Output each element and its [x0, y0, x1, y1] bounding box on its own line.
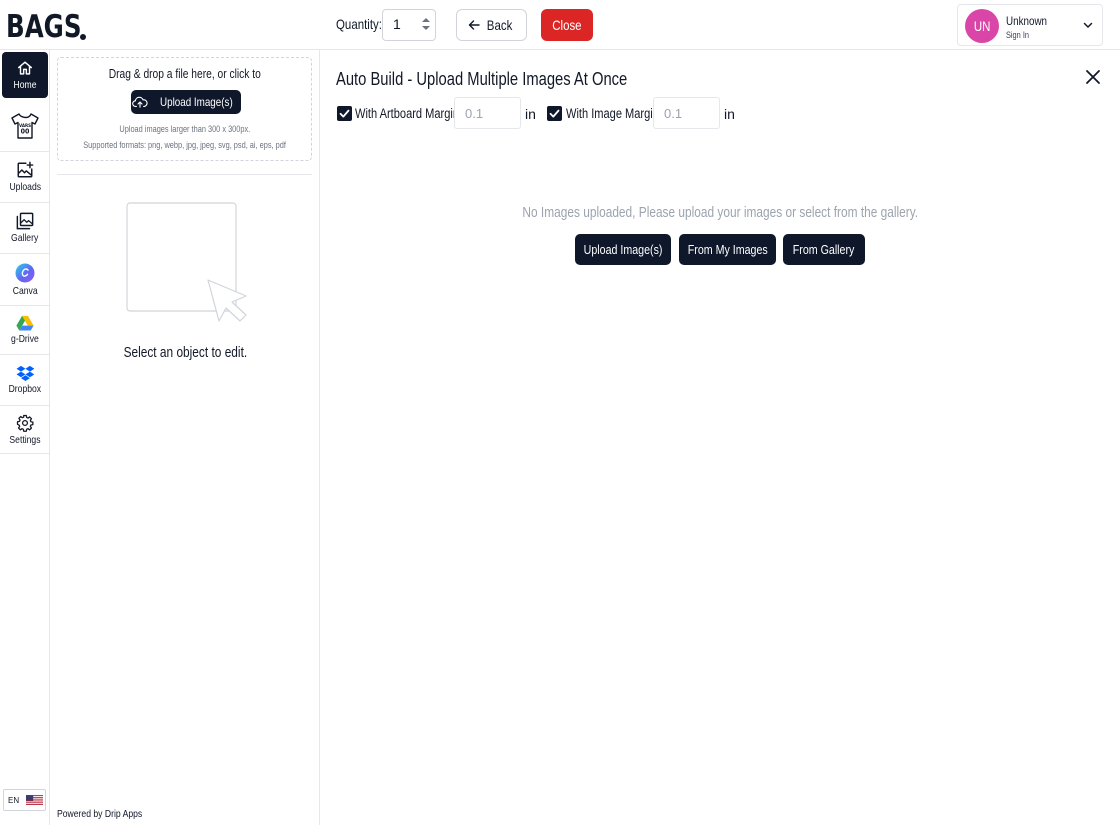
left-nav: Home VARS 00 Uploads Gallery Canva g-Dri… — [0, 50, 50, 825]
upload-image-icon — [17, 161, 34, 178]
user-menu[interactable]: UN Unknown Sign In — [957, 4, 1103, 46]
sidebar-item-settings[interactable]: Settings — [0, 406, 50, 454]
dropbox-icon — [16, 365, 34, 381]
sidebar-item-gdrive[interactable]: g-Drive — [0, 306, 50, 355]
brand-logo[interactable]: BAGS — [6, 4, 86, 44]
upload-images-button[interactable]: Upload Image(s) — [131, 90, 241, 114]
close-label: Close — [552, 17, 582, 33]
select-object-message: Select an object to edit. — [123, 345, 247, 361]
svg-text:BAGS: BAGS — [6, 8, 81, 44]
from-my-images-button[interactable]: From My Images — [679, 234, 776, 265]
powered-by-link[interactable]: Drip Apps — [105, 808, 142, 820]
quantity-stepper-arrows[interactable] — [421, 15, 431, 35]
image-margin-checkbox[interactable] — [547, 106, 562, 121]
close-button[interactable]: Close — [541, 9, 593, 41]
upload-images-action-button[interactable]: Upload Image(s) — [575, 234, 671, 265]
top-bar: BAGS Quantity: Back Close UN Unknown Sig… — [0, 0, 1120, 50]
cloud-upload-icon — [131, 96, 148, 108]
language-code: EN — [8, 795, 20, 805]
panel-divider — [57, 174, 312, 175]
empty-state-message: No Images uploaded, Please upload your i… — [522, 205, 918, 221]
user-name: Unknown — [1006, 14, 1048, 28]
powered-by: Powered by Drip Apps — [57, 808, 143, 820]
image-margin-input[interactable] — [653, 97, 720, 129]
close-icon[interactable] — [1085, 69, 1101, 85]
file-dropzone[interactable]: Drag & drop a file here, or click to Upl… — [57, 57, 312, 161]
dropzone-hint-formats: Supported formats: png, webp, jpg, jpeg,… — [83, 140, 286, 150]
sidebar-item-home[interactable]: Home — [0, 50, 50, 100]
auto-build-panel: Auto Build - Upload Multiple Images At O… — [320, 50, 1120, 825]
svg-text:00: 00 — [21, 127, 30, 135]
brand-logo-graphic: BAGS — [6, 8, 86, 44]
checkmark-icon — [339, 109, 350, 118]
select-object-illustration — [126, 202, 247, 322]
back-label: Back — [486, 17, 513, 33]
back-button[interactable]: Back — [456, 9, 527, 41]
stepper-up-icon[interactable] — [422, 18, 430, 22]
quantity-input[interactable] — [393, 16, 419, 32]
gallery-icon — [16, 212, 34, 230]
stepper-down-icon[interactable] — [422, 26, 430, 30]
sidebar-item-dropbox[interactable]: Dropbox — [0, 355, 50, 406]
tshirt-icon: VARS 00 — [11, 112, 39, 139]
canva-icon — [15, 263, 35, 282]
gdrive-icon — [16, 315, 34, 331]
artboard-margin-input[interactable] — [454, 97, 521, 129]
sidebar-item-uploads[interactable]: Uploads — [0, 152, 50, 203]
arrow-left-icon — [468, 20, 480, 30]
language-selector[interactable]: EN — [3, 789, 46, 811]
margin-options: With Artboard Margin in With Image Margi… — [336, 97, 936, 129]
gear-icon — [16, 414, 34, 432]
sidebar-item-canva[interactable]: Canva — [0, 254, 50, 306]
avatar: UN — [965, 9, 999, 43]
chevron-down-icon[interactable] — [1082, 19, 1094, 31]
home-icon — [17, 61, 33, 75]
quantity-stepper[interactable] — [382, 9, 436, 41]
artboard-margin-unit: in — [525, 106, 536, 122]
from-gallery-button[interactable]: From Gallery — [783, 234, 865, 265]
sidebar-item-gallery[interactable]: Gallery — [0, 203, 50, 254]
checkmark-icon — [549, 109, 560, 118]
dropzone-title: Drag & drop a file here, or click to — [108, 67, 261, 81]
sign-in-link[interactable]: Sign In — [1006, 30, 1034, 40]
us-flag-icon — [26, 795, 43, 806]
image-margin-unit: in — [724, 106, 735, 122]
sidebar-item-product[interactable]: VARS 00 — [0, 100, 50, 152]
upload-panel: Drag & drop a file here, or click to Upl… — [50, 50, 320, 825]
dropzone-hint-size: Upload images larger than 300 x 300px. — [119, 124, 250, 134]
artboard-margin-checkbox[interactable] — [337, 106, 352, 121]
page-title: Auto Build - Upload Multiple Images At O… — [336, 69, 628, 89]
